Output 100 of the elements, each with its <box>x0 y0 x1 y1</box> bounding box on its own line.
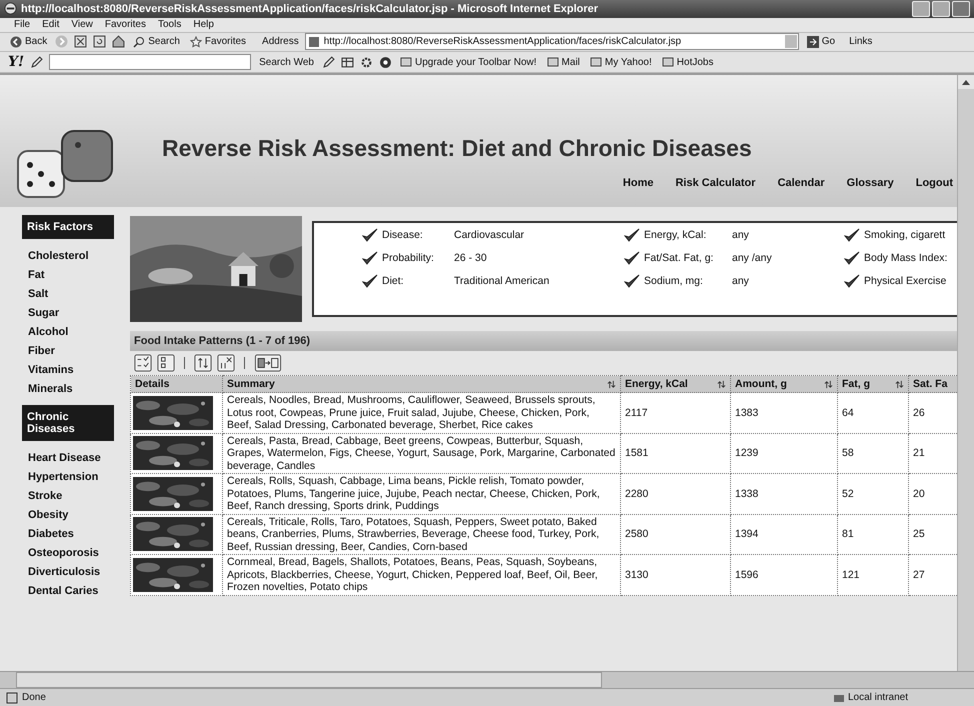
maximize-button[interactable] <box>932 0 950 17</box>
list-icon[interactable] <box>157 354 175 372</box>
menu-item[interactable]: Edit <box>42 19 60 30</box>
filter-label: Smoking, cigarett <box>864 229 946 242</box>
column-header[interactable]: Details <box>130 376 222 393</box>
table-cell: 1394 <box>730 514 838 555</box>
sort-icon[interactable] <box>895 380 904 389</box>
minimize-button[interactable] <box>912 0 930 17</box>
table-cell: 1383 <box>730 392 838 434</box>
checkmark-icon <box>624 251 640 266</box>
sidebar-link[interactable]: Diabetes <box>22 525 114 544</box>
sidebar-link[interactable]: Minerals <box>22 380 114 400</box>
back-button[interactable]: Back <box>8 34 50 49</box>
sidebar-link[interactable]: Sugar <box>22 304 114 324</box>
sidebar-link[interactable]: Vitamins <box>22 361 114 380</box>
search-web-button[interactable]: Search Web <box>257 56 316 69</box>
favorites-button[interactable]: Favorites <box>188 34 248 49</box>
search-field[interactable] <box>49 54 252 70</box>
toolbar-link[interactable]: Mail <box>544 55 582 70</box>
column-header[interactable]: Sat. Fa <box>908 376 957 393</box>
menu-item[interactable]: Tools <box>158 19 182 30</box>
home-icon[interactable] <box>112 35 126 48</box>
filter-label: Sodium, mg: <box>644 275 704 288</box>
filter-label: Fat/Sat. Fat, g: <box>644 252 714 264</box>
column-header[interactable]: Energy, kCal <box>620 376 730 393</box>
grid-icon[interactable] <box>340 56 354 69</box>
column-header[interactable]: Summary <box>222 376 620 393</box>
summary-cell: Cereals, Noodles, Bread, Mushrooms, Cauliflower, Seaweed, Brussels sprouts, Lotus root, Cowpeas, Prune juice, Fruit salad, Jujube, Cheese, Chicken, Pork, Beef, Salad Dressing, Carbonated beverage, Sherbet, Rice cakes <box>222 392 620 434</box>
nav-link[interactable]: Risk Calculator <box>675 177 756 190</box>
table-cell: 1581 <box>620 433 730 474</box>
filter-value: any <box>732 229 749 242</box>
filter-label: Disease: <box>382 229 424 242</box>
toolbar-link[interactable]: Upgrade your Toolbar Now! <box>398 55 539 70</box>
column-header[interactable]: Amount, g <box>730 376 838 393</box>
address-field[interactable]: http://localhost:8080/ReverseRiskAssessmentApplication/faces/riskCalculator.jsp <box>304 33 799 50</box>
close-button[interactable] <box>952 0 970 17</box>
search-icon <box>133 36 146 48</box>
menu-item[interactable]: Help <box>193 19 214 30</box>
export-icon[interactable] <box>254 354 282 372</box>
status-text: Done <box>22 692 47 704</box>
search-button[interactable]: Search <box>131 34 182 49</box>
go-button[interactable]: Go <box>804 34 838 49</box>
sidebar-link[interactable]: Stroke <box>22 487 114 506</box>
window-title: http://localhost:8080/ReverseRiskAssessmentApplication/faces/riskCalculator.jsp - Microsoft Internet Explorer <box>21 2 600 15</box>
filter-label: Physical Exercise <box>864 275 946 288</box>
stop-icon[interactable] <box>74 35 88 48</box>
toolbar-link[interactable]: My Yahoo! <box>588 55 654 70</box>
window-icon <box>590 56 602 68</box>
summary-cell: Cereals, Pasta, Bread, Cabbage, Beet greens, Cowpeas, Butterbur, Squash, Grapes, Watermelon, Figs, Cheese, Yogurt, Sausage, Pork, Margarine, Carbonated beverage, Candles <box>222 433 620 474</box>
browser-icon <box>4 2 17 16</box>
nav-link[interactable]: Glossary <box>846 177 894 190</box>
refresh-icon[interactable] <box>93 35 106 48</box>
horizontal-scrollbar[interactable] <box>0 671 974 688</box>
pencil-icon[interactable] <box>30 56 44 69</box>
checklist-icon[interactable] <box>134 354 152 372</box>
sidebar-link[interactable]: Diverticulosis <box>22 563 114 582</box>
filter-value: any <box>732 275 749 288</box>
nav-link[interactable]: Home <box>622 177 654 190</box>
checkmark-icon <box>362 228 378 242</box>
security-zone: Local intranet <box>832 692 908 704</box>
checkmark-icon <box>844 274 860 288</box>
table-cell: 2580 <box>620 514 730 555</box>
toolbar-logo[interactable]: Y! <box>8 54 24 70</box>
filter-value: Traditional American <box>454 275 550 288</box>
filter-label: Probability: <box>382 252 435 264</box>
summary-cell: Cereals, Triticale, Rolls, Taro, Potatoes, Squash, Peppers, Sweet potato, Baked beans, Cranberries, Plums, Strawberries, Beverage, Cheese food, Turkey, Pork, Beef, Russian dressing, Beer, Candies, Corn-based <box>222 514 620 555</box>
address-label: Address <box>262 36 299 48</box>
table-cell: 52 <box>838 474 908 514</box>
circle-icon[interactable] <box>378 56 392 69</box>
sidebar-link[interactable]: Osteoporosis <box>22 544 114 564</box>
sidebar-link[interactable]: Alcohol <box>22 323 114 342</box>
menu-item[interactable]: View <box>71 19 93 30</box>
sidebar-link[interactable]: Hypertension <box>22 468 114 488</box>
sidebar-link[interactable]: Obesity <box>22 506 114 526</box>
filter-label: Energy, kCal: <box>644 229 708 242</box>
nav-link[interactable]: Logout <box>916 177 953 190</box>
sidebar-link[interactable]: Fiber <box>22 342 114 362</box>
sort-icon[interactable] <box>717 380 726 389</box>
table-cell: 3130 <box>620 554 730 596</box>
checkmark-icon <box>624 228 640 242</box>
menu-item[interactable]: File <box>14 19 30 30</box>
sort-icon[interactable] <box>607 380 616 389</box>
sidebar-link[interactable]: Dental Caries <box>22 582 114 602</box>
menu-item[interactable]: Favorites <box>104 19 146 30</box>
sidebar-link[interactable]: Heart Disease <box>22 449 114 468</box>
checkmark-icon <box>362 251 378 266</box>
table-cell: 1239 <box>730 433 838 474</box>
sort-icon[interactable] <box>194 354 212 372</box>
toolbar-link[interactable]: HotJobs <box>660 55 716 70</box>
sidebar-link[interactable]: Salt <box>22 285 114 304</box>
sidebar-link[interactable]: Cholesterol <box>22 247 114 266</box>
nav-link[interactable]: Calendar <box>778 177 825 190</box>
scroll-up-icon[interactable] <box>958 75 974 90</box>
column-header[interactable]: Fat, g <box>838 376 908 393</box>
pencil-icon[interactable] <box>322 56 335 69</box>
sidebar-link[interactable]: Fat <box>22 266 114 286</box>
sort-icon[interactable] <box>824 380 833 389</box>
links-button[interactable]: Links <box>847 35 874 48</box>
vertical-scrollbar[interactable] <box>957 75 974 672</box>
clear-sort-icon[interactable] <box>217 354 235 372</box>
